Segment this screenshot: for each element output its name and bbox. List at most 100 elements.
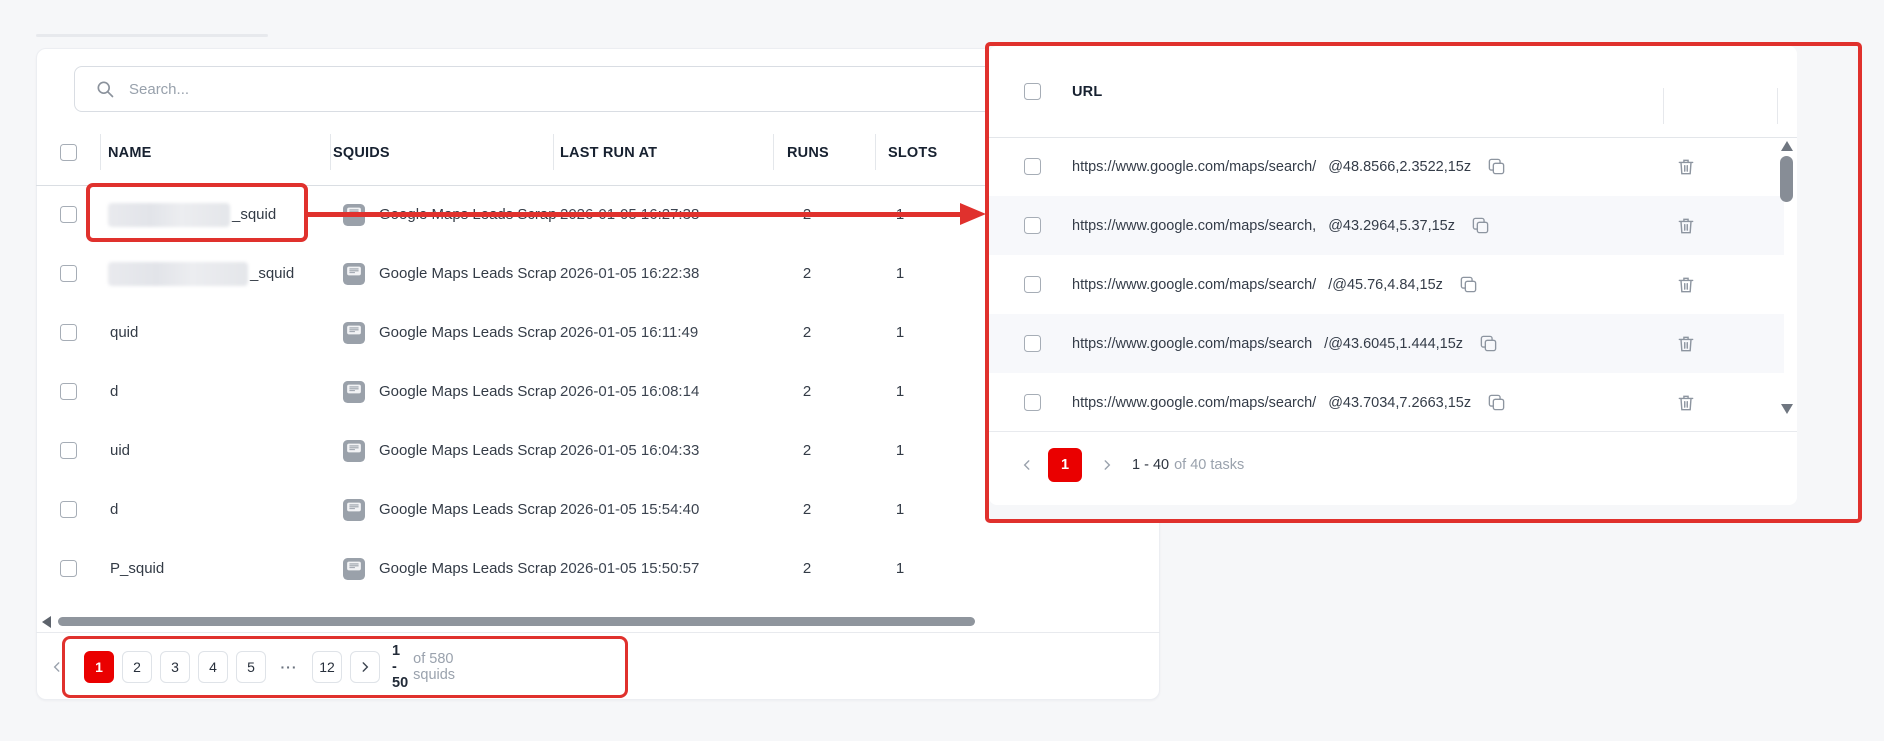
copy-icon[interactable] xyxy=(1479,334,1498,353)
url-row-checkbox[interactable] xyxy=(1024,217,1041,234)
squid-logo-icon xyxy=(343,380,365,403)
last-run-at: 2026-01-05 15:54:40 xyxy=(560,501,700,518)
squid-name-cell[interactable]: _squid xyxy=(108,185,276,244)
url-prefix: https://www.google.com/maps/search/ xyxy=(1072,158,1317,175)
runs-count: 2 xyxy=(802,560,812,577)
url-cell: https://www.google.com/maps/search/ /@45.… xyxy=(1072,255,1478,314)
header-name: NAME xyxy=(108,144,152,161)
column-separator xyxy=(1663,88,1664,124)
name-suffix: d xyxy=(110,501,119,518)
squid-name-cell[interactable]: _squid xyxy=(108,244,294,303)
header-runs: RUNS xyxy=(787,144,829,161)
page-button-5[interactable]: 5 xyxy=(236,651,266,683)
runs-count: 2 xyxy=(802,206,812,223)
vertical-scrollbar[interactable] xyxy=(1780,156,1793,202)
row-checkbox[interactable] xyxy=(60,383,77,400)
row-checkbox[interactable] xyxy=(60,501,77,518)
row-checkbox[interactable] xyxy=(60,442,77,459)
trash-icon[interactable] xyxy=(1676,334,1696,354)
runs-count: 2 xyxy=(802,442,812,459)
url-next-page-button[interactable] xyxy=(1100,448,1114,482)
url-prefix: https://www.google.com/maps/search, xyxy=(1072,217,1317,234)
search-input[interactable] xyxy=(129,80,1129,98)
trash-icon[interactable] xyxy=(1676,393,1696,413)
url-row[interactable]: https://www.google.com/maps/search/ @43.7… xyxy=(989,373,1784,432)
name-suffix: d xyxy=(110,383,119,400)
row-checkbox[interactable] xyxy=(60,265,77,282)
url-row[interactable]: https://www.google.com/maps/search /@43.6… xyxy=(989,314,1784,373)
url-row-checkbox[interactable] xyxy=(1024,394,1041,411)
horizontal-scrollbar[interactable] xyxy=(58,617,975,626)
trash-icon[interactable] xyxy=(1676,216,1696,236)
copy-icon[interactable] xyxy=(1459,275,1478,294)
squid-type-cell: Google Maps Leads Scrap xyxy=(343,480,589,539)
runs-count: 2 xyxy=(802,265,812,282)
search-box[interactable] xyxy=(74,66,1130,112)
url-prefix: https://www.google.com/maps/search/ xyxy=(1072,394,1317,411)
squid-name-cell[interactable]: d xyxy=(108,480,118,539)
column-separator xyxy=(1777,88,1778,124)
squid-row[interactable]: _squid Google Maps Leads Scrap 2026-01-0… xyxy=(36,185,985,244)
pagination-range: 1 - 50 xyxy=(392,643,409,691)
squid-row[interactable]: _squid Google Maps Leads Scrap 2026-01-0… xyxy=(36,244,985,303)
column-separator xyxy=(100,134,101,170)
squid-row[interactable]: P_squid Google Maps Leads Scrap 2026-01-… xyxy=(36,539,985,598)
row-checkbox[interactable] xyxy=(60,324,77,341)
page-button-3[interactable]: 3 xyxy=(160,651,190,683)
page-button-12[interactable]: 12 xyxy=(312,651,342,683)
slots-count: 1 xyxy=(895,383,905,400)
url-select-all-checkbox[interactable] xyxy=(1024,83,1041,100)
last-run-at: 2026-01-05 16:27:38 xyxy=(560,206,700,223)
squid-row[interactable]: d Google Maps Leads Scrap 2026-01-05 16:… xyxy=(36,362,985,421)
copy-icon[interactable] xyxy=(1471,216,1490,235)
squid-row[interactable]: uid Google Maps Leads Scrap 2026-01-05 1… xyxy=(36,421,985,480)
search-icon xyxy=(97,81,114,98)
header-slots: SLOTS xyxy=(888,144,938,161)
url-row-checkbox[interactable] xyxy=(1024,158,1041,175)
vscroll-down-arrow-icon[interactable] xyxy=(1781,404,1793,414)
url-row-checkbox[interactable] xyxy=(1024,276,1041,293)
url-prev-page-button[interactable] xyxy=(1020,448,1034,482)
trash-icon[interactable] xyxy=(1676,157,1696,177)
squid-name-cell[interactable]: d xyxy=(108,362,118,421)
select-all-checkbox[interactable] xyxy=(60,144,77,161)
squid-logo-icon xyxy=(343,557,365,580)
squid-type-cell: Google Maps Leads Scrap xyxy=(343,421,589,480)
hscroll-left-arrow-icon[interactable] xyxy=(42,616,51,628)
url-row[interactable]: https://www.google.com/maps/search/ /@45.… xyxy=(989,255,1784,314)
url-cell: https://www.google.com/maps/search, @43.2… xyxy=(1072,196,1490,255)
squid-name-cell[interactable]: uid xyxy=(108,421,130,480)
trash-icon[interactable] xyxy=(1676,275,1696,295)
last-run-at: 2026-01-05 16:11:49 xyxy=(560,324,699,341)
slots-count: 1 xyxy=(895,560,905,577)
squid-type-label: Google Maps Leads Scrap xyxy=(379,560,557,577)
last-run-at: 2026-01-05 16:22:38 xyxy=(560,265,700,282)
squid-name-cell[interactable]: P_squid xyxy=(108,539,164,598)
squid-row[interactable]: quid Google Maps Leads Scrap 2026-01-05 … xyxy=(36,303,985,362)
page-button-1[interactable]: 1 xyxy=(84,651,114,683)
prev-page-button[interactable] xyxy=(50,651,64,683)
row-checkbox[interactable] xyxy=(60,560,77,577)
squid-logo-icon xyxy=(343,439,365,462)
copy-icon[interactable] xyxy=(1487,393,1506,412)
pagination-summary: 1 - 50 of 580 squids xyxy=(392,643,455,691)
runs-count: 2 xyxy=(802,501,812,518)
page-button-4[interactable]: 4 xyxy=(198,651,228,683)
row-checkbox[interactable] xyxy=(60,206,77,223)
url-suffix: /@45.76,4.84,15z xyxy=(1328,276,1443,293)
squid-type-cell: Google Maps Leads Scrap xyxy=(343,185,589,244)
squid-row[interactable]: d Google Maps Leads Scrap 2026-01-05 15:… xyxy=(36,480,985,539)
page-button-2[interactable]: 2 xyxy=(122,651,152,683)
next-page-button[interactable] xyxy=(350,651,380,683)
url-row[interactable]: https://www.google.com/maps/search, @43.2… xyxy=(989,196,1784,255)
squid-logo-icon xyxy=(343,321,365,344)
squid-name-cell[interactable]: quid xyxy=(108,303,138,362)
squid-logo-icon xyxy=(343,203,365,226)
squid-type-cell: Google Maps Leads Scrap xyxy=(343,362,589,421)
url-row-checkbox[interactable] xyxy=(1024,335,1041,352)
url-page-button-1[interactable]: 1 xyxy=(1048,448,1082,482)
url-suffix: @43.2964,5.37,15z xyxy=(1328,217,1455,234)
url-row[interactable]: https://www.google.com/maps/search/ @48.8… xyxy=(989,137,1784,196)
copy-icon[interactable] xyxy=(1487,157,1506,176)
vscroll-up-arrow-icon[interactable] xyxy=(1781,141,1793,151)
